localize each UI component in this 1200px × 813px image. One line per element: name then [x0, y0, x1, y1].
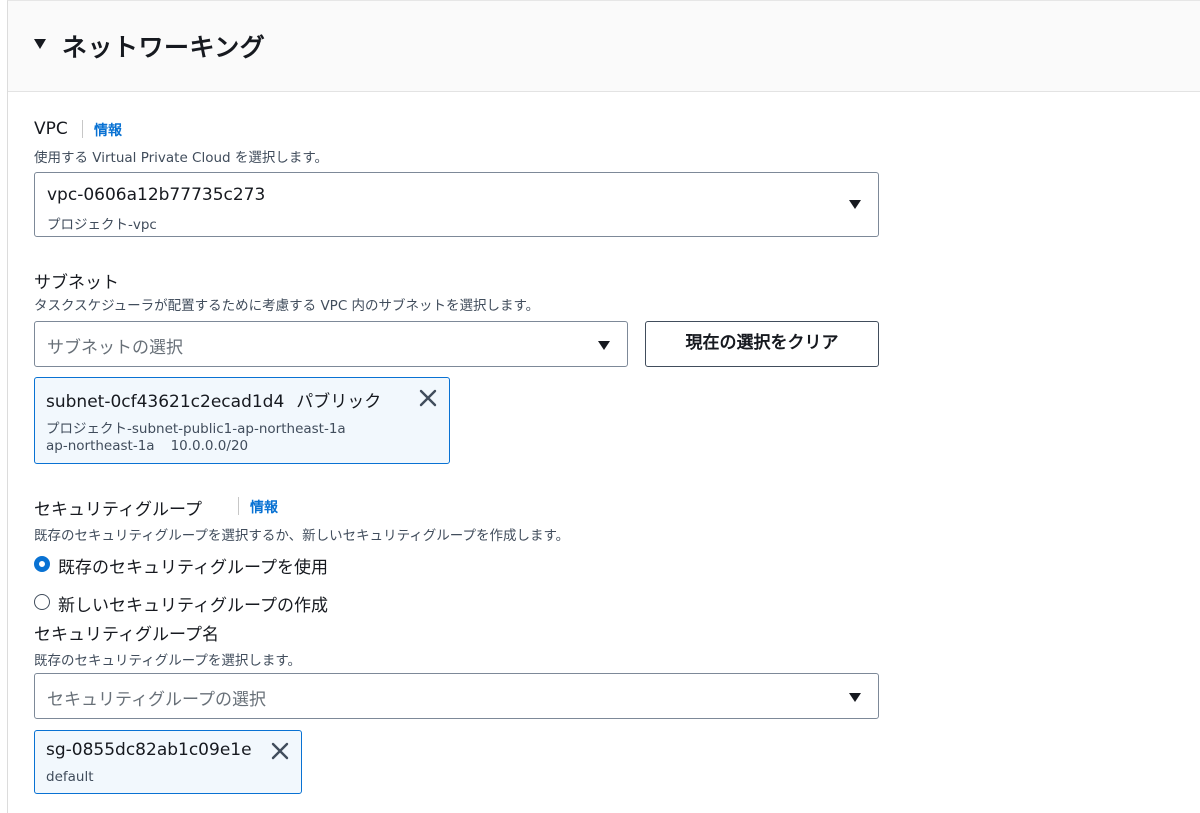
triangle-down-icon: [849, 693, 861, 702]
radio-new-label: 新しいセキュリティグループの作成: [58, 596, 328, 616]
subnet-token: subnet-0cf43621c2ecad1d4 パブリック プロジェクト-sub…: [34, 377, 450, 464]
close-icon[interactable]: [417, 387, 439, 409]
triangle-down-icon: [598, 341, 610, 350]
subnet-label: サブネット: [34, 273, 119, 293]
vpc-select[interactable]: vpc-0606a12b77735c273 プロジェクト-vpc: [34, 172, 879, 237]
radio-checked-icon[interactable]: [34, 556, 50, 572]
vpc-selected-id: vpc-0606a12b77735c273: [47, 185, 266, 205]
panel-header[interactable]: ネットワーキング: [8, 1, 1200, 92]
panel-title: ネットワーキング: [62, 33, 266, 62]
subnet-placeholder: サブネットの選択: [47, 338, 183, 358]
clear-selection-button[interactable]: 現在の選択をクリア: [645, 321, 879, 367]
subnet-token-id: subnet-0cf43621c2ecad1d4 パブリック: [46, 392, 382, 412]
close-icon[interactable]: [269, 740, 291, 762]
security-group-name-description: 既存のセキュリティグループを選択します。: [34, 653, 302, 669]
subnet-token-name: プロジェクト-subnet-public1-ap-northeast-1a: [46, 421, 346, 437]
subnet-token-details: ap-northeast-1a 10.0.0.0/20: [46, 438, 249, 454]
security-group-placeholder: セキュリティグループの選択: [47, 690, 266, 710]
radio-existing-label: 既存のセキュリティグループを使用: [58, 558, 328, 578]
security-group-label: セキュリティグループ: [34, 500, 202, 520]
security-group-token: sg-0855dc82ab1c09e1e default: [34, 730, 302, 794]
security-group-select[interactable]: セキュリティグループの選択: [34, 673, 879, 719]
info-divider: [238, 497, 239, 515]
security-group-token-id: sg-0855dc82ab1c09e1e: [46, 740, 252, 760]
subnet-description: タスクスケジューラが配置するために考慮する VPC 内のサブネットを選択します。: [34, 298, 540, 314]
radio-unchecked-icon[interactable]: [34, 594, 50, 610]
triangle-down-icon: [849, 200, 861, 209]
security-group-info-link[interactable]: 情報: [250, 497, 278, 517]
vpc-description: 使用する Virtual Private Cloud を選択します。: [34, 150, 329, 166]
security-group-token-name: default: [46, 769, 94, 785]
vpc-label: VPC: [34, 119, 68, 139]
caret-down-icon[interactable]: [34, 39, 46, 49]
security-group-name-label: セキュリティグループ名: [34, 625, 219, 645]
vpc-selected-name: プロジェクト-vpc: [47, 217, 157, 233]
security-group-description: 既存のセキュリティグループを選択するか、新しいセキュリティグループを作成します。: [34, 528, 570, 544]
subnet-select[interactable]: サブネットの選択: [34, 321, 628, 367]
vpc-info-link[interactable]: 情報: [94, 120, 122, 140]
info-divider: [82, 120, 83, 138]
